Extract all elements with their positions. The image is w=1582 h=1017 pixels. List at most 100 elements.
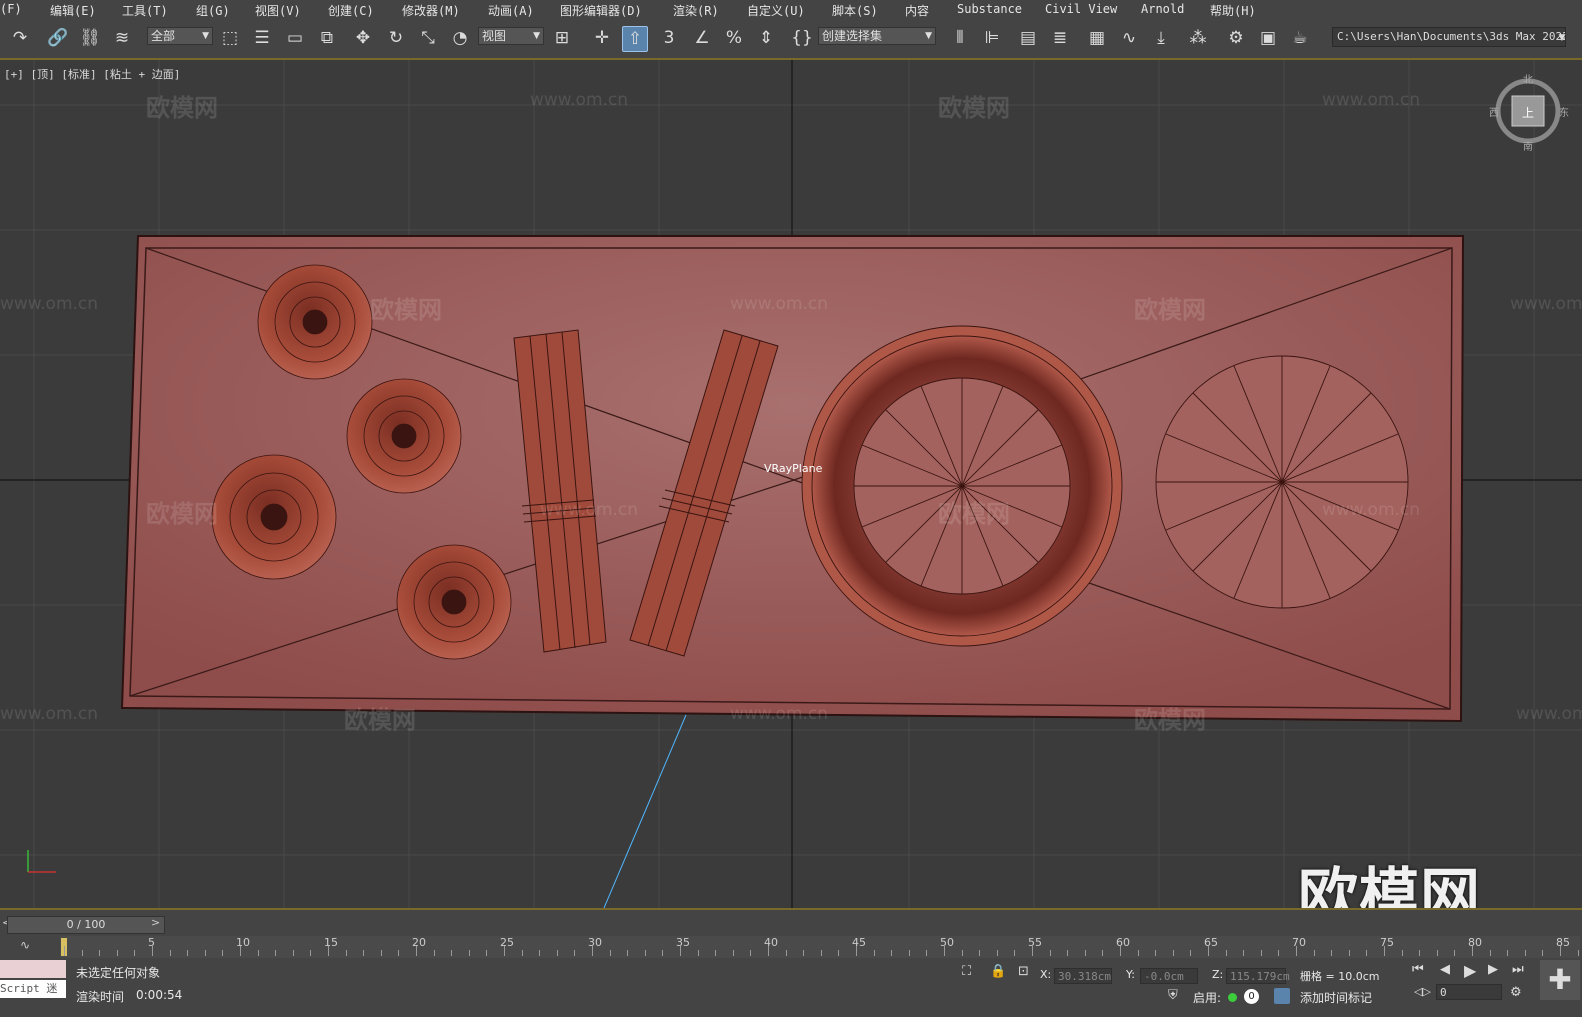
ribbon-toggle-icon[interactable]: ▦ <box>1085 26 1109 50</box>
curve-editor-mini-icon[interactable]: ∿ <box>20 938 30 952</box>
menu-substance[interactable]: Substance <box>957 2 1022 16</box>
rotate-icon[interactable]: ↻ <box>384 26 408 50</box>
menu-customize[interactable]: 自定义(U) <box>747 2 805 19</box>
isolate-selection-icon[interactable]: ⛶ <box>962 964 971 979</box>
angle-snap-icon[interactable]: ∠ <box>690 26 714 50</box>
menu-modifiers[interactable]: 修改器(M) <box>402 2 460 19</box>
reference-coordinate-dropdown[interactable]: 视图 ▼ <box>478 27 544 45</box>
render-setup-icon[interactable]: ⚙ <box>1224 26 1248 50</box>
viewport-navigation-icon[interactable]: ✚ <box>1540 960 1580 1000</box>
menu-animation[interactable]: 动画(A) <box>488 2 534 19</box>
menu-file[interactable]: (F) <box>0 2 22 16</box>
window-crossing-icon[interactable]: ⧉ <box>315 26 339 50</box>
snaps-toggle-icon[interactable]: 3 <box>657 26 681 50</box>
chevron-right-icon[interactable]: > <box>151 916 160 929</box>
keyboard-shortcut-override-icon[interactable]: ⇧ <box>622 26 648 52</box>
curve-editor-icon[interactable]: ∿ <box>1117 26 1141 50</box>
lock-icon[interactable]: 🔒 <box>990 964 1006 979</box>
menu-view[interactable]: 视图(V) <box>255 2 301 19</box>
layer-explorer-icon[interactable]: ≣ <box>1048 26 1072 50</box>
project-path-field[interactable]: C:\Users\Han\Documents\3ds Max 2022 <box>1332 27 1566 47</box>
mirror-icon[interactable]: ⫴ <box>948 26 972 50</box>
menu-arnold[interactable]: Arnold <box>1141 2 1184 16</box>
edit-named-selection-icon[interactable]: {} <box>790 26 814 50</box>
x-coordinate-field[interactable]: 30.318cm <box>1054 968 1112 984</box>
schematic-view-icon[interactable]: ⤓ <box>1149 26 1173 50</box>
timeline-tick <box>1542 950 1544 956</box>
menu-civil-view[interactable]: Civil View <box>1045 2 1117 16</box>
render-production-icon[interactable]: ☕ <box>1288 26 1312 50</box>
watermark: 欧模网 <box>146 94 218 122</box>
timeline-tick <box>1067 950 1069 956</box>
move-icon[interactable]: ✥ <box>351 26 375 50</box>
add-time-tag[interactable]: 添加时间标记 <box>1300 989 1372 1006</box>
menu-create[interactable]: 创建(C) <box>328 2 374 19</box>
link-icon[interactable]: 🔗 <box>46 26 70 50</box>
go-to-start-icon[interactable]: ⏮ <box>1412 962 1424 977</box>
timeline-tick-label: 20 <box>412 936 426 949</box>
scene-explorer-icon[interactable]: ▤ <box>1016 26 1040 50</box>
select-object-icon[interactable]: ⬚ <box>218 26 242 50</box>
select-by-name-icon[interactable]: ☰ <box>250 26 274 50</box>
track-bar[interactable]: 5 10 15 20 25 30 35 40 45 50 55 60 65 70 75 80 85 <box>60 936 1580 958</box>
selection-filter-dropdown[interactable]: 全部 ▼ <box>147 27 213 45</box>
maxscript-listener-box[interactable] <box>0 960 66 978</box>
absolute-mode-icon[interactable]: ⊡ <box>1018 964 1029 979</box>
timeline-tick-label: 75 <box>1380 936 1394 949</box>
unlink-icon[interactable]: ⛓ <box>78 26 102 50</box>
scale-icon[interactable]: ⤡ <box>416 26 440 50</box>
z-coordinate-field[interactable]: 115.179cm <box>1226 968 1290 984</box>
rendered-frame-window-icon[interactable]: ▣ <box>1256 26 1280 50</box>
material-editor-icon[interactable]: ⁂ <box>1186 26 1210 50</box>
timeline-tick <box>468 950 470 956</box>
timeline-tick <box>750 950 752 956</box>
timeline-tick <box>380 950 382 956</box>
menu-help[interactable]: 帮助(H) <box>1210 2 1256 19</box>
watermark-url: www.om.cn <box>730 704 829 724</box>
play-icon[interactable]: ▶ <box>1464 961 1476 980</box>
maxscript-input[interactable]: Script 迷 <box>0 980 66 998</box>
rectangular-selection-icon[interactable]: ▭ <box>283 26 307 50</box>
viewport-label[interactable]: [+] [顶] [标准] [粘土 + 边面] <box>4 66 180 82</box>
timeline-tick <box>486 950 488 956</box>
menu-scripting[interactable]: 脚本(S) <box>832 2 878 19</box>
key-mode-icon[interactable]: ◁▷ <box>1414 985 1431 998</box>
time-tag-icon[interactable] <box>1274 988 1290 1004</box>
menu-graph-editors[interactable]: 图形编辑器(D) <box>560 2 642 19</box>
percent-snap-icon[interactable]: % <box>722 26 746 50</box>
timeline-tick <box>363 950 365 956</box>
bind-space-warp-icon[interactable]: ≋ <box>110 26 134 50</box>
redo-icon[interactable]: ↷ <box>8 26 32 50</box>
menu-rendering[interactable]: 渲染(R) <box>673 2 719 19</box>
previous-frame-icon[interactable]: ◀ <box>1440 962 1450 977</box>
time-slider-panel: < 0 / 100 > ∿ 51015202530354045505560657… <box>0 908 1582 960</box>
spinner-snap-icon[interactable]: ⇕ <box>754 26 778 50</box>
time-slider[interactable]: 0 / 100 <box>7 916 165 934</box>
top-viewport[interactable]: 上 北 南 西 东 [+] [顶] [标准] [粘土 + 边面] VRayPla… <box>0 60 1582 908</box>
placement-icon[interactable]: ◔ <box>448 26 472 50</box>
timeline-tick <box>134 950 136 956</box>
y-coordinate-field[interactable]: -0.0cm <box>1140 968 1198 984</box>
current-frame-spinner[interactable]: 0 <box>1436 984 1502 1000</box>
viewcube[interactable]: 上 北 南 西 东 <box>1489 74 1569 153</box>
menu-group[interactable]: 组(G) <box>196 2 230 19</box>
go-to-end-icon[interactable]: ⏭ <box>1512 962 1524 977</box>
brand-watermark: 欧模网 <box>1298 862 1481 908</box>
timeline-tick <box>1260 950 1262 956</box>
timeline-tick <box>204 950 206 956</box>
select-manipulate-icon[interactable]: ✛ <box>590 26 614 50</box>
timeline-tick-label: 50 <box>940 936 954 949</box>
time-configuration-icon[interactable]: ⚙ <box>1510 985 1522 1000</box>
next-frame-icon[interactable]: ▶ <box>1488 962 1498 977</box>
timeline-tick <box>310 950 312 956</box>
menu-content[interactable]: 内容 <box>905 2 929 19</box>
named-selection-set-dropdown[interactable]: 创建选择集 ▼ <box>818 27 936 45</box>
menu-tools[interactable]: 工具(T) <box>122 2 168 19</box>
enable-label: 启用: <box>1193 991 1222 1005</box>
adaptive-degradation-icon[interactable]: ⛨ <box>1168 988 1178 1003</box>
render-time-label: 渲染时间 <box>76 990 125 1004</box>
align-icon[interactable]: ⊫ <box>980 26 1004 50</box>
pivot-center-icon[interactable]: ⊞ <box>550 26 574 50</box>
menu-edit[interactable]: 编辑(E) <box>50 2 96 19</box>
chevron-down-icon[interactable]: ▼ <box>1555 26 1569 50</box>
